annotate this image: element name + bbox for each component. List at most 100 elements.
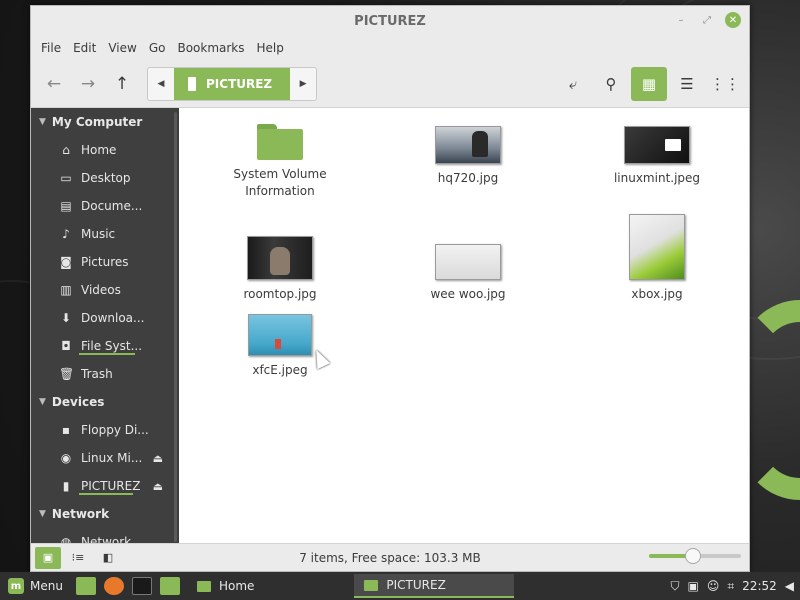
menu-bookmarks[interactable]: Bookmarks: [171, 41, 250, 55]
folder-icon: [364, 579, 379, 591]
tree-toggle-icon[interactable]: ⁝≡: [65, 547, 91, 569]
breadcrumb: ◀ PICTUREZ ▶: [147, 66, 318, 101]
sidebar-section-title: Network: [51, 507, 110, 521]
sidebar-item-label: Linux Mi...: [81, 451, 143, 465]
zoom-slider[interactable]: [649, 548, 741, 564]
file-item-xfce[interactable]: xfcE.jpeg: [215, 314, 345, 379]
user-icon[interactable]: ☺: [707, 579, 720, 593]
title-bar[interactable]: PICTUREZ – ⤢ ✕: [31, 6, 749, 36]
places-toggle-icon[interactable]: ▣: [35, 546, 61, 569]
hide-sidebar-icon[interactable]: ◧: [95, 547, 121, 569]
clock[interactable]: 22:52: [742, 579, 777, 593]
volume-icon[interactable]: ◀: [785, 579, 794, 593]
toolbar: ← → ↑ ◀ PICTUREZ ▶ ⤶ ⚲ ▦ ☰ ⋮⋮: [31, 60, 749, 108]
sidebar-item-music[interactable]: ♪ Music: [31, 220, 179, 248]
file-name: System Volume Information: [233, 167, 327, 198]
network-icon[interactable]: ⌗: [727, 579, 734, 594]
menu-edit[interactable]: Edit: [67, 41, 102, 55]
disk-usage-bar: [79, 493, 133, 495]
file-item-linuxmint[interactable]: linuxmint.jpeg: [592, 126, 722, 187]
sidebar-item-label: PICTUREZ: [81, 479, 141, 493]
sidebar-item-file-system[interactable]: ◘ File Syst...: [31, 332, 179, 360]
sidebar-item-picturez[interactable]: ▮ PICTUREZ ⏏: [31, 472, 179, 500]
sidebar-item-downloads[interactable]: ⬇ Downloa...: [31, 304, 179, 332]
document-icon: ▤: [60, 199, 72, 213]
file-item-system-volume-information[interactable]: System Volume Information: [215, 120, 345, 200]
floppy-icon: ▪: [61, 423, 71, 437]
breadcrumb-label: PICTUREZ: [206, 76, 273, 91]
drive-icon: ◘: [61, 339, 71, 353]
sidebar-section-devices[interactable]: ▼ Devices: [31, 388, 179, 416]
zoom-slider-handle[interactable]: [685, 548, 702, 564]
toggle-location-icon[interactable]: ⤶: [555, 67, 591, 101]
sidebar-item-pictures[interactable]: ◙ Pictures: [31, 248, 179, 276]
start-menu-button[interactable]: m Menu: [0, 572, 71, 600]
file-name: roomtop.jpg: [243, 287, 317, 301]
film-icon: ▥: [60, 283, 72, 297]
up-arrow-icon[interactable]: ↑: [105, 67, 139, 101]
sidebar-item-desktop[interactable]: ▭ Desktop: [31, 164, 179, 192]
usb-drive-icon: ▮: [62, 479, 70, 493]
sidebar-item-trash[interactable]: 🗑 Trash: [31, 360, 179, 388]
menu-go[interactable]: Go: [143, 41, 172, 55]
sidebar-item-home[interactable]: ⌂ Home: [31, 136, 179, 164]
maximize-button[interactable]: ⤢: [699, 12, 715, 28]
back-arrow-icon[interactable]: ←: [37, 67, 71, 101]
breadcrumb-right-icon[interactable]: ▶: [290, 68, 316, 100]
taskbar-window-picturez[interactable]: PICTUREZ: [354, 574, 515, 598]
sidebar-item-network[interactable]: ◍ Network: [31, 528, 179, 544]
update-manager-icon[interactable]: ▣: [688, 579, 699, 593]
mint-menu-icon: m: [8, 578, 24, 594]
taskbar-window-label: Home: [218, 579, 255, 593]
image-thumbnail: [624, 126, 690, 164]
sidebar-section-network[interactable]: ▼ Network: [31, 500, 179, 528]
show-desktop-icon: [75, 577, 96, 595]
shield-icon[interactable]: ⛉: [671, 579, 680, 594]
sidebar-section-my-computer[interactable]: ▼ My Computer: [31, 108, 179, 136]
terminal-launcher[interactable]: [129, 574, 155, 598]
sidebar-item-label: Trash: [81, 367, 113, 381]
sidebar: ▼ My Computer ⌂ Home ▭ Desktop ▤ Docume.…: [31, 108, 179, 544]
breadcrumb-item-picturez[interactable]: PICTUREZ: [174, 67, 291, 100]
usb-drive-icon: [188, 76, 196, 91]
sidebar-item-label: Home: [81, 143, 117, 157]
view-controls: ⤶ ⚲ ▦ ☰ ⋮⋮: [555, 67, 743, 101]
icon-view-icon[interactable]: ▦: [631, 67, 667, 101]
sidebar-section-title: My Computer: [51, 115, 143, 129]
start-menu-label: Menu: [30, 579, 63, 593]
forward-arrow-icon[interactable]: →: [71, 67, 105, 101]
image-thumbnail: [435, 126, 501, 164]
close-button[interactable]: ✕: [725, 12, 741, 28]
breadcrumb-left-icon[interactable]: ◀: [148, 68, 174, 100]
files-launcher[interactable]: [157, 574, 183, 598]
status-text: 7 items, Free space: 103.3 MB: [299, 550, 481, 565]
caret-down-icon: ▼: [39, 117, 46, 127]
sidebar-item-documents[interactable]: ▤ Docume...: [31, 192, 179, 220]
search-icon[interactable]: ⚲: [593, 67, 629, 101]
sidebar-item-linux-mint[interactable]: ◉ Linux Mi... ⏏: [31, 444, 179, 472]
firefox-launcher[interactable]: [101, 574, 127, 598]
sidebar-item-floppy[interactable]: ▪ Floppy Di...: [31, 416, 179, 444]
file-item-hq720[interactable]: hq720.jpg: [403, 126, 533, 187]
compact-view-icon[interactable]: ⋮⋮: [707, 67, 743, 101]
sidebar-item-videos[interactable]: ▥ Videos: [31, 276, 179, 304]
image-thumbnail: [435, 244, 501, 280]
file-item-roomtop[interactable]: roomtop.jpg: [215, 236, 345, 303]
image-thumbnail: [247, 236, 313, 280]
menu-file[interactable]: File: [35, 41, 67, 55]
file-name: wee woo.jpg: [430, 287, 506, 301]
file-item-wee-woo[interactable]: wee woo.jpg: [403, 244, 533, 303]
taskbar-window-home[interactable]: Home: [187, 574, 264, 598]
caret-down-icon: ▼: [39, 397, 46, 407]
menu-view[interactable]: View: [102, 41, 142, 55]
window-title: PICTUREZ: [354, 13, 426, 29]
download-icon: ⬇: [60, 311, 72, 325]
sidebar-item-label: Music: [81, 227, 116, 241]
eject-icon[interactable]: ⏏: [153, 480, 163, 493]
list-view-icon[interactable]: ☰: [669, 67, 705, 101]
menu-help[interactable]: Help: [251, 41, 290, 55]
show-desktop-launcher[interactable]: [73, 574, 99, 598]
eject-icon[interactable]: ⏏: [153, 452, 163, 465]
minimize-button[interactable]: –: [673, 12, 689, 28]
file-item-xbox[interactable]: xbox.jpg: [592, 214, 722, 303]
